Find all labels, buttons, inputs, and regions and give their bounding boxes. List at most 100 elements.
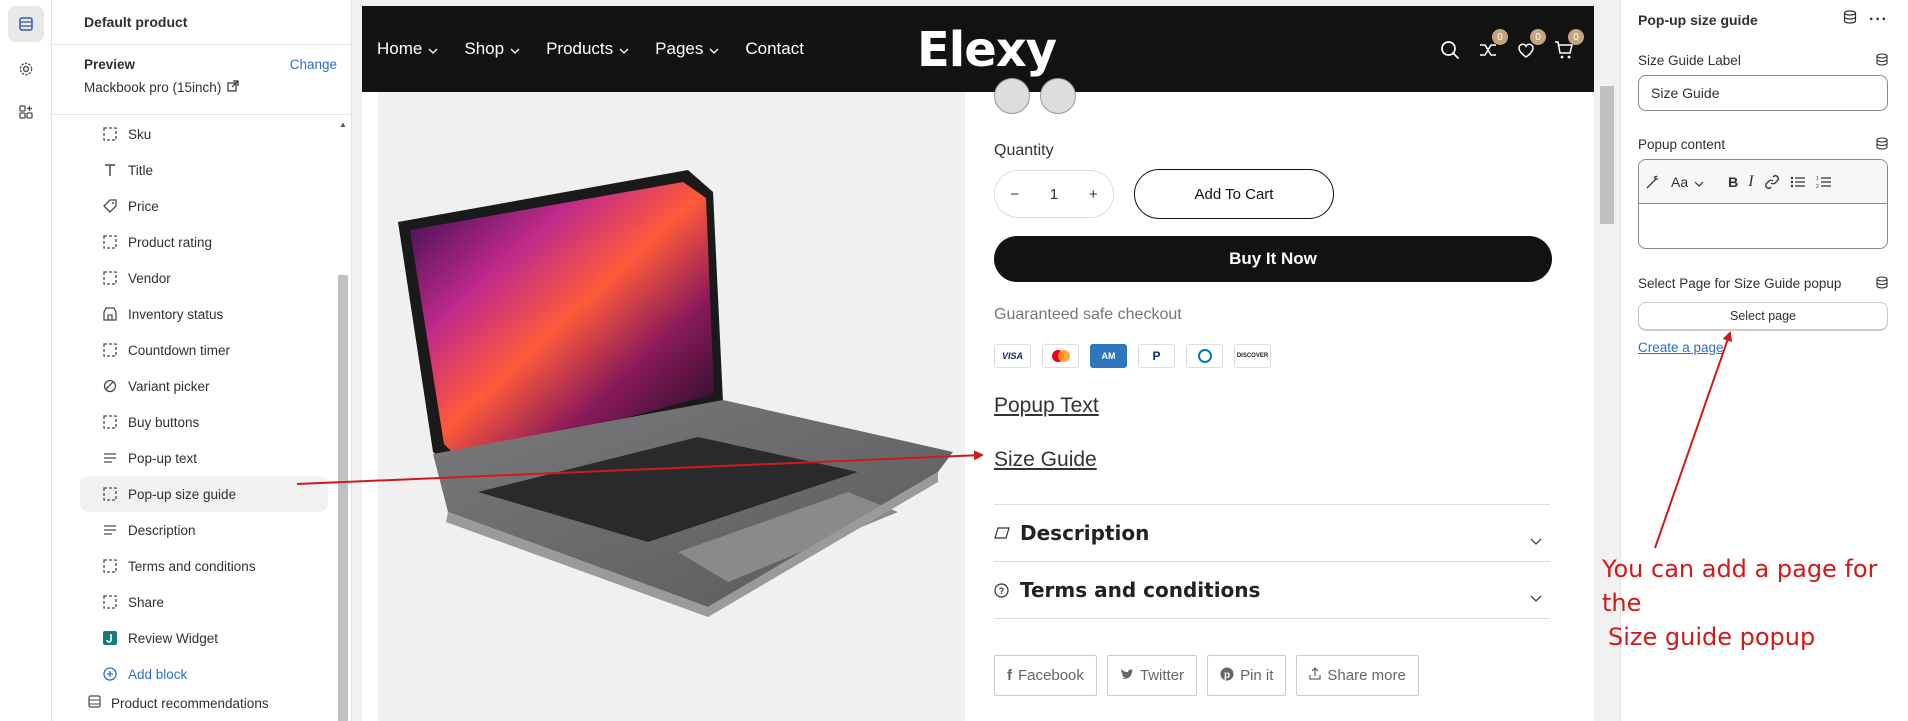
add-block-button[interactable]: Add block [80,656,328,692]
select-page-button[interactable]: Select page [1638,302,1888,330]
annotation-line: You can add a page for the [1602,555,1878,617]
compare-icon[interactable]: 0 [1476,29,1508,62]
store-logo[interactable]: Elexy [917,22,1057,78]
rte-toolbar: Aa B I 12 [1639,160,1887,204]
quantity-stepper[interactable]: − 1 + [994,170,1114,218]
apps-icon[interactable] [8,94,44,130]
block-item-review-widget[interactable]: Review Widget [80,620,328,656]
block-item-label: Description [128,522,196,538]
block-item-sku[interactable]: Sku [80,116,328,152]
wishlist-heart-icon[interactable]: 0 [1514,29,1546,62]
share-label: Facebook [1018,667,1084,684]
block-item-product-rating[interactable]: Product rating [80,224,328,260]
pinterest-share-button[interactable]: p Pin it [1207,655,1287,696]
plus-button[interactable]: + [1089,186,1098,203]
block-item-terms[interactable]: Terms and conditions [80,548,328,584]
preview-label: Preview [84,57,136,72]
share-label: Share more [1327,667,1406,684]
gear-icon[interactable] [8,51,44,87]
block-item-inventory-status[interactable]: Inventory status [80,296,328,332]
nav-contact[interactable]: Contact [745,39,804,59]
accordion-terms[interactable]: ? Terms and conditions [994,561,1550,618]
popup-content-label: Popup content [1638,137,1726,152]
popup-content-editor[interactable]: Aa B I 12 [1638,159,1888,249]
judgeme-icon [102,630,118,646]
quantity-label: Quantity [994,142,1054,159]
share-label: Pin it [1240,667,1274,684]
change-preview-link[interactable]: Change [290,57,337,72]
svg-text:?: ? [999,586,1005,596]
magic-wand-icon[interactable] [1645,170,1661,194]
chevron-down-icon [1530,584,1542,608]
block-item-popup-text[interactable]: Pop-up text [80,440,328,476]
variant-swatch[interactable] [1040,78,1076,114]
twitter-share-button[interactable]: Twitter [1106,655,1198,696]
search-icon[interactable] [1438,38,1462,62]
block-item-description[interactable]: Description [80,512,328,548]
safe-checkout-text: Guaranteed safe checkout [994,306,1182,323]
size-guide-link[interactable]: Size Guide [994,448,1097,472]
database-icon[interactable] [1876,137,1888,155]
diners-icon [1186,344,1223,368]
sidebar-scrollbar[interactable] [338,275,348,721]
variant-swatch[interactable] [994,78,1030,114]
chevron-down-icon [1694,174,1704,190]
create-page-link[interactable]: Create a page [1638,340,1724,355]
mastercard-icon [1042,344,1079,368]
nav-pages[interactable]: Pages [655,39,719,59]
link-icon[interactable] [1764,170,1780,194]
block-list: Sku Title Price Product rating Vendor In… [80,116,328,692]
database-icon[interactable] [1876,53,1888,71]
block-item-variant-picker[interactable]: Variant picker [80,368,328,404]
quantity-value[interactable]: 1 [1050,186,1058,203]
header-icons: 0 0 0 [1438,29,1584,62]
bullet-list-icon[interactable] [1790,170,1806,194]
variant-icon [102,378,118,394]
dashed-square-icon [102,414,118,430]
select-page-label: Select Page for Size Guide popup [1638,276,1842,291]
svg-text:1: 1 [1816,176,1819,182]
italic-button[interactable]: I [1748,170,1753,194]
external-link-icon[interactable] [227,80,239,95]
share-more-button[interactable]: Share more [1296,655,1419,696]
dashed-square-icon [102,126,118,142]
database-icon[interactable] [1843,10,1857,29]
product-image[interactable] [378,92,965,721]
format-label: Aa [1671,173,1689,190]
scroll-up-arrow[interactable]: ▲ [339,120,347,129]
text-format-dropdown[interactable]: Aa [1671,170,1704,194]
annotation-line: Size guide popup [1608,623,1816,651]
nav-home[interactable]: Home [377,39,438,59]
size-guide-label-input[interactable]: Size Guide [1638,75,1888,111]
database-icon[interactable] [1876,276,1888,294]
accordion-description[interactable]: Description [994,504,1550,561]
nav-products[interactable]: Products [546,39,629,59]
bold-button[interactable]: B [1728,170,1738,194]
preview-scrollbar[interactable] [1600,86,1614,224]
laptop-image [398,170,953,617]
add-to-cart-button[interactable]: Add To Cart [1134,169,1334,219]
block-item-popup-size-guide[interactable]: Pop-up size guide [80,476,328,512]
accordion-label: Description [1020,521,1150,545]
block-item-buy-buttons[interactable]: Buy buttons [80,404,328,440]
buy-now-button[interactable]: Buy It Now [994,236,1552,282]
section-product-recommendations[interactable]: Product recommendations [88,695,269,711]
more-options-icon[interactable]: ··· [1869,11,1888,29]
dashed-square-icon [102,558,118,574]
paypal-icon: P [1138,344,1175,368]
facebook-share-button[interactable]: f Facebook [994,655,1097,696]
dashed-square-icon [102,342,118,358]
block-item-countdown-timer[interactable]: Countdown timer [80,332,328,368]
popup-text-link[interactable]: Popup Text [994,394,1099,418]
chevron-down-icon [619,39,629,59]
block-item-share[interactable]: Share [80,584,328,620]
facebook-icon: f [1007,667,1012,684]
block-item-vendor[interactable]: Vendor [80,260,328,296]
sections-icon[interactable] [8,6,44,42]
minus-button[interactable]: − [1010,186,1019,203]
nav-shop[interactable]: Shop [464,39,520,59]
block-item-price[interactable]: Price [80,188,328,224]
numbered-list-icon[interactable]: 12 [1816,170,1832,194]
block-item-title[interactable]: Title [80,152,328,188]
cart-icon[interactable]: 0 [1552,29,1584,62]
